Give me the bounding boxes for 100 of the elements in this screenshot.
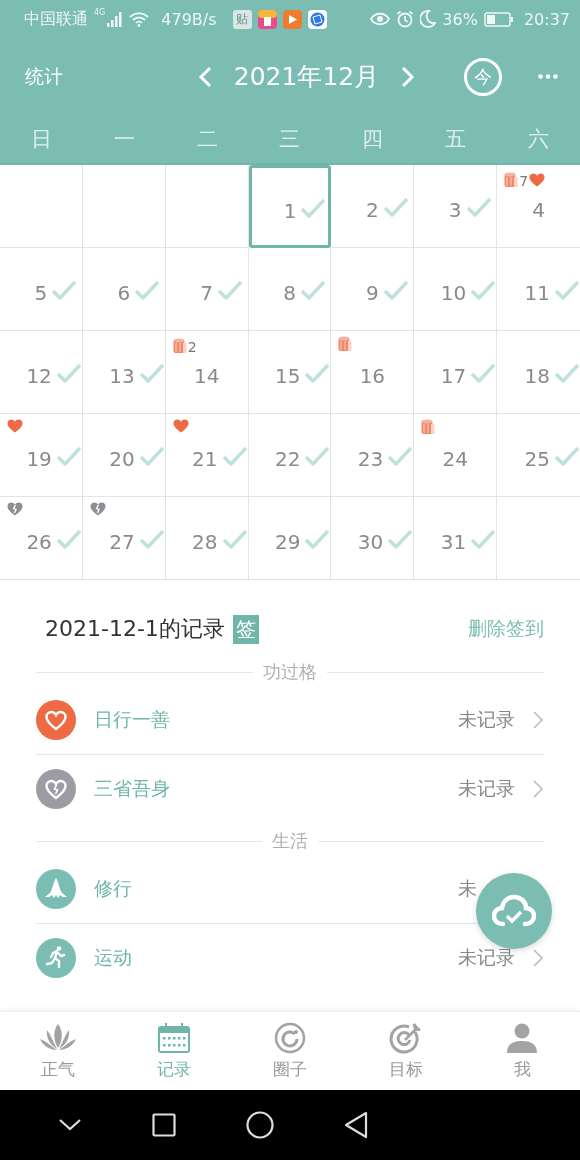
globe-icon <box>307 9 327 29</box>
day-cell[interactable]: 3 <box>414 165 498 248</box>
day-cell[interactable]: 6 <box>82 248 166 331</box>
record-title: 2021-12-1的记录 <box>45 615 225 643</box>
day-cell[interactable]: 7 4 <box>497 165 580 248</box>
day-cell[interactable]: 1 <box>248 165 332 248</box>
today-button[interactable]: 今 <box>464 57 502 96</box>
day-number: 13 <box>109 364 135 388</box>
heart-icon <box>529 172 546 187</box>
day-cell[interactable]: 19 <box>0 414 83 497</box>
battery-icon <box>483 11 514 27</box>
next-month-icon[interactable] <box>401 65 416 88</box>
day-number: 21 <box>192 447 218 471</box>
nav-tab[interactable]: 我 <box>464 1012 580 1090</box>
day-number: 17 <box>440 364 467 388</box>
day-number: 7 <box>200 281 213 305</box>
record-item-label[interactable]: 运动 <box>94 945 132 971</box>
app-icon <box>257 9 277 29</box>
day-cell[interactable]: 16 <box>331 331 415 414</box>
day-cell[interactable]: 30 <box>331 497 415 580</box>
record-item-label[interactable]: 日行一善 <box>94 707 170 733</box>
day-cell[interactable]: 23 <box>331 414 415 497</box>
collapse-icon[interactable] <box>58 1118 82 1132</box>
statistics-button[interactable]: 统计 <box>25 63 155 90</box>
day-number: 1 <box>283 198 297 223</box>
delete-sign-in-button[interactable]: 删除签到 <box>468 616 544 642</box>
day-number: 11 <box>524 281 550 305</box>
back-icon[interactable] <box>344 1111 368 1139</box>
chevron-right-icon[interactable] <box>532 710 544 730</box>
record-status: 未记录 <box>458 945 516 970</box>
day-cell[interactable]: 8 <box>248 248 332 331</box>
roll-icon <box>338 336 353 352</box>
weekday-label: 一 <box>113 126 135 153</box>
home-icon[interactable] <box>246 1111 274 1139</box>
day-number: 2 <box>366 198 379 222</box>
runner-icon <box>36 938 76 978</box>
chevron-right-icon[interactable] <box>532 948 544 968</box>
day-number: 31 <box>440 530 467 554</box>
day-cell[interactable]: 25 <box>497 414 580 497</box>
day-number: 9 <box>366 281 379 305</box>
day-cell[interactable]: 2 <box>331 165 415 248</box>
more-icon[interactable] <box>538 74 558 79</box>
day-cell[interactable]: 13 <box>82 331 166 414</box>
chevron-right-icon[interactable] <box>532 779 544 799</box>
nav-tab[interactable]: 目标 <box>348 1012 464 1090</box>
day-cell[interactable]: 5 <box>0 248 83 331</box>
cloud-check-icon <box>492 894 536 928</box>
day-number: 19 <box>26 447 52 471</box>
day-cell[interactable]: 24 <box>414 414 498 497</box>
carrier-name: 中国联通 <box>24 8 88 30</box>
previous-month-icon[interactable] <box>197 65 212 88</box>
day-cell[interactable]: 12 <box>0 331 83 414</box>
nav-tab[interactable]: 正气 <box>0 1012 116 1090</box>
day-cell[interactable]: 2 14 <box>165 331 249 414</box>
broken-heart-icon <box>7 502 23 516</box>
day-number: 14 <box>193 364 220 388</box>
day-cell[interactable]: 7 <box>165 248 249 331</box>
day-cell[interactable]: 17 <box>414 331 498 414</box>
weekday-label: 五 <box>445 126 467 153</box>
recents-icon[interactable] <box>152 1113 176 1137</box>
day-cell[interactable]: 21 <box>165 414 249 497</box>
cloud-sync-button[interactable] <box>476 873 552 949</box>
day-cell[interactable]: 26 <box>0 497 83 580</box>
battery-percent: 36% <box>442 9 478 29</box>
target-icon <box>389 1021 423 1054</box>
marker-count: 7 <box>519 173 529 189</box>
weekday-label: 日 <box>30 126 52 153</box>
nav-tab[interactable]: 记录 <box>116 1012 232 1090</box>
day-cell[interactable]: 31 <box>414 497 498 580</box>
day-number: 27 <box>109 530 135 554</box>
sign-in-tag: 签 <box>232 614 259 644</box>
day-cell[interactable]: 20 <box>82 414 166 497</box>
record-status: 未 <box>458 876 478 901</box>
alarm-icon <box>396 10 415 28</box>
day-cell[interactable]: 11 <box>497 248 580 331</box>
roll-icon <box>504 171 519 188</box>
day-cell[interactable]: 18 <box>497 331 580 414</box>
day-cell[interactable]: 15 <box>248 331 332 414</box>
record-item-label[interactable]: 三省吾身 <box>94 776 170 802</box>
day-cell[interactable]: 9 <box>331 248 415 331</box>
day-number: 18 <box>524 364 550 388</box>
record-item-label[interactable]: 修行 <box>94 876 132 902</box>
day-number: 23 <box>357 447 384 471</box>
moon-icon <box>420 10 437 28</box>
day-number: 5 <box>34 281 48 305</box>
section-title: 生活 <box>272 829 308 853</box>
day-cell[interactable]: 27 <box>82 497 166 580</box>
day-cell[interactable]: 29 <box>248 497 332 580</box>
broken-heart-icon <box>89 502 106 516</box>
day-cell[interactable]: 28 <box>165 497 249 580</box>
day-number: 15 <box>274 364 301 388</box>
month-title: 2021年12月 <box>233 61 380 93</box>
day-cell[interactable]: 10 <box>414 248 498 331</box>
weekday-label: 三 <box>279 126 301 153</box>
day-number: 12 <box>26 364 52 388</box>
nav-tab[interactable]: 圈子 <box>232 1012 348 1090</box>
day-cell[interactable]: 22 <box>248 414 332 497</box>
record-status: 未记录 <box>458 776 516 801</box>
play-icon <box>282 9 302 29</box>
section-title: 功过格 <box>263 660 317 684</box>
